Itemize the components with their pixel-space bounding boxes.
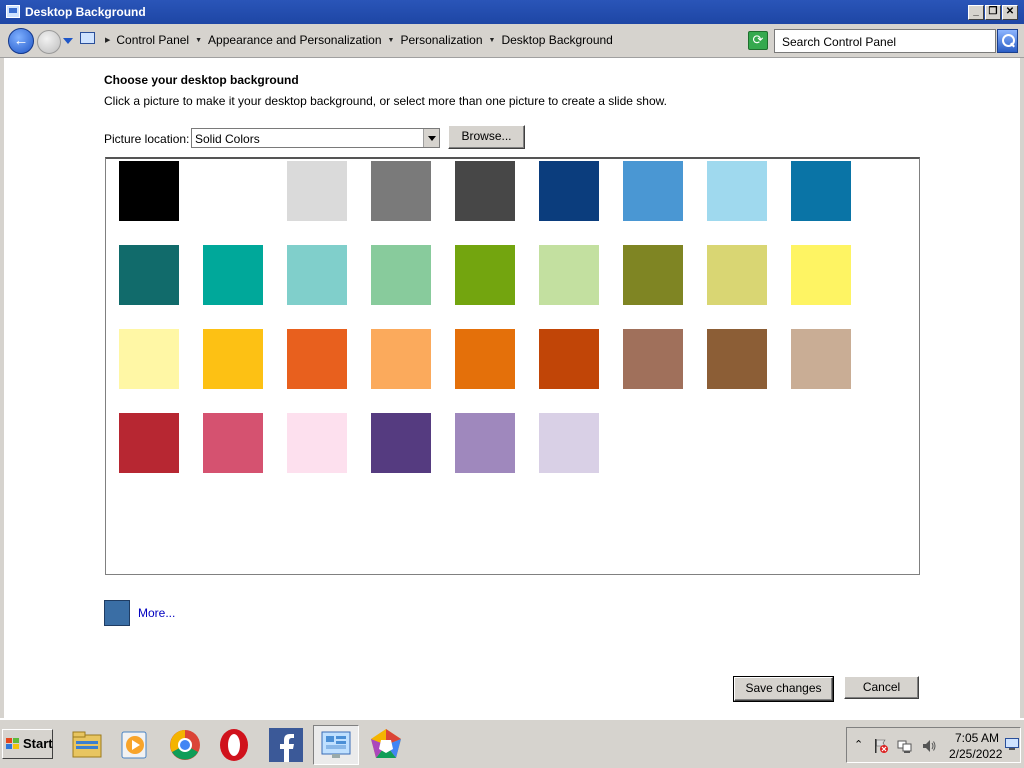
chevron-down-icon[interactable]: ▼	[195, 37, 202, 44]
show-desktop-icon[interactable]	[1005, 738, 1019, 750]
color-swatch[interactable]	[791, 329, 851, 389]
picture-location-select[interactable]: Solid Colors	[191, 128, 440, 148]
breadcrumb-control-panel[interactable]: Control Panel	[116, 33, 189, 47]
page-title: Choose your desktop background	[104, 73, 299, 87]
windows-flag-icon	[6, 738, 20, 750]
color-swatch[interactable]	[707, 329, 767, 389]
color-swatch[interactable]	[623, 161, 683, 221]
color-swatch[interactable]	[287, 329, 347, 389]
color-swatch[interactable]	[791, 161, 851, 221]
save-changes-button[interactable]: Save changes	[733, 676, 834, 702]
color-swatch[interactable]	[203, 413, 263, 473]
control-panel-icon	[80, 32, 95, 44]
breadcrumb-desktop-background[interactable]: Desktop Background	[501, 33, 612, 47]
media-player-icon[interactable]	[114, 725, 158, 765]
color-swatch[interactable]	[791, 245, 851, 305]
more-colors-swatch[interactable]	[104, 600, 130, 626]
color-swatch[interactable]	[371, 413, 431, 473]
picture-location-label: Picture location:	[104, 132, 190, 146]
clock-time[interactable]: 7:05 AM	[955, 731, 999, 745]
color-swatch[interactable]	[623, 245, 683, 305]
start-button[interactable]: Start	[2, 729, 53, 759]
paint-icon[interactable]	[364, 725, 408, 765]
action-center-flag-icon[interactable]	[873, 738, 889, 754]
start-label: Start	[23, 736, 53, 751]
address-bar[interactable]: ▶ Control Panel ▼ Appearance and Persona…	[77, 28, 812, 52]
color-swatch[interactable]	[203, 329, 263, 389]
search-icon[interactable]	[997, 29, 1018, 53]
taskbar: Start ⌃ 7:05 AM 2/25/2022	[0, 718, 1024, 768]
color-swatch[interactable]	[119, 413, 179, 473]
chevron-down-icon[interactable]: ▼	[489, 37, 496, 44]
chevron-down-icon[interactable]	[423, 129, 439, 147]
window-title: Desktop Background	[25, 5, 146, 19]
color-swatch[interactable]	[287, 245, 347, 305]
close-button[interactable]: ✕	[1002, 5, 1018, 20]
color-swatch[interactable]	[455, 161, 515, 221]
color-swatch[interactable]	[371, 329, 431, 389]
color-swatch[interactable]	[287, 161, 347, 221]
network-icon[interactable]	[897, 738, 913, 754]
breadcrumb: ▶ Control Panel ▼ Appearance and Persona…	[99, 33, 613, 47]
chrome-icon[interactable]	[163, 725, 207, 765]
color-swatch[interactable]	[119, 161, 179, 221]
color-swatch[interactable]	[539, 245, 599, 305]
restore-button[interactable]: ❐	[985, 5, 1001, 20]
volume-icon[interactable]	[921, 738, 937, 754]
picture-location-value: Solid Colors	[195, 132, 260, 146]
more-colors-link[interactable]: More...	[138, 606, 175, 620]
forward-button[interactable]	[37, 30, 61, 54]
main-content: Choose your desktop background Click a p…	[0, 58, 1024, 718]
breadcrumb-appearance[interactable]: Appearance and Personalization	[208, 33, 381, 47]
color-swatch[interactable]	[707, 161, 767, 221]
color-swatch[interactable]	[287, 413, 347, 473]
color-swatch[interactable]	[539, 329, 599, 389]
color-swatch[interactable]	[371, 161, 431, 221]
minimize-button[interactable]: _	[968, 5, 984, 20]
color-swatch[interactable]	[539, 161, 599, 221]
system-tray: ⌃ 7:05 AM 2/25/2022	[846, 727, 1021, 763]
chevron-down-icon[interactable]: ▼	[388, 37, 395, 44]
breadcrumb-personalization[interactable]: Personalization	[400, 33, 482, 47]
color-swatch[interactable]	[371, 245, 431, 305]
color-swatch[interactable]	[119, 329, 179, 389]
file-explorer-icon[interactable]	[65, 725, 109, 765]
color-swatch[interactable]	[455, 413, 515, 473]
color-swatch[interactable]	[455, 245, 515, 305]
back-button[interactable]: ←	[8, 28, 34, 54]
chevron-right-icon[interactable]: ▶	[105, 36, 110, 44]
desktop-background-icon	[6, 5, 20, 18]
color-swatch[interactable]	[707, 245, 767, 305]
color-swatch[interactable]	[203, 245, 263, 305]
browse-button[interactable]: Browse...	[448, 125, 525, 149]
facebook-icon[interactable]	[263, 725, 307, 765]
color-swatch[interactable]	[203, 161, 263, 221]
show-hidden-icons-button[interactable]: ⌃	[854, 738, 863, 751]
page-description: Click a picture to make it your desktop …	[104, 94, 667, 108]
color-swatch[interactable]	[539, 413, 599, 473]
color-gallery	[105, 157, 920, 575]
clock-date[interactable]: 2/25/2022	[949, 747, 1002, 761]
color-swatch[interactable]	[623, 329, 683, 389]
opera-icon[interactable]	[212, 725, 256, 765]
color-swatch[interactable]	[455, 329, 515, 389]
recent-pages-dropdown-icon[interactable]	[63, 38, 73, 44]
title-bar: Desktop Background _ ❐ ✕	[0, 0, 1024, 24]
cancel-button[interactable]: Cancel	[844, 676, 919, 699]
search-input[interactable]: Search Control Panel	[774, 29, 996, 53]
color-swatch[interactable]	[119, 245, 179, 305]
control-panel-icon[interactable]	[313, 725, 359, 765]
refresh-button[interactable]: ⟳	[748, 31, 768, 50]
